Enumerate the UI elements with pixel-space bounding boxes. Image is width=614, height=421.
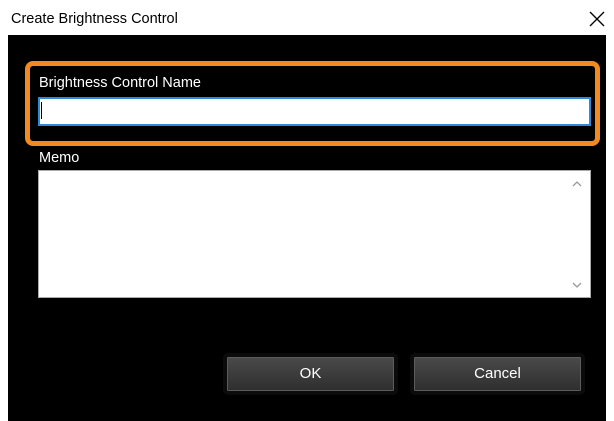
chevron-up-icon[interactable]	[570, 178, 584, 190]
memo-textarea[interactable]	[38, 170, 591, 298]
window-title: Create Brightness Control	[11, 11, 178, 27]
cancel-button[interactable]: Cancel	[410, 353, 585, 395]
name-label: Brightness Control Name	[39, 75, 201, 91]
name-input[interactable]	[38, 97, 591, 126]
ok-button[interactable]: OK	[223, 353, 398, 395]
chevron-down-icon[interactable]	[570, 279, 584, 291]
close-icon[interactable]	[588, 10, 606, 28]
title-bar: Create Brightness Control	[0, 0, 614, 35]
text-caret	[41, 102, 42, 119]
memo-label: Memo	[39, 150, 80, 166]
